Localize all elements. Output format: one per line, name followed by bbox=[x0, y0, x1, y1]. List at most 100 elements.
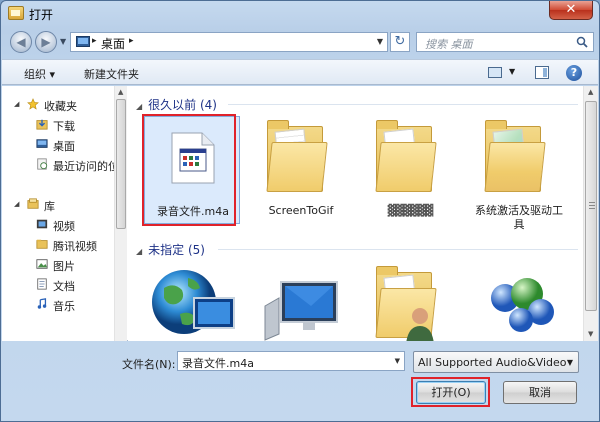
group-title: 未指定 (5) bbox=[148, 243, 205, 257]
new-folder-button[interactable]: 新建文件夹 bbox=[84, 66, 139, 82]
breadcrumb-separator[interactable]: ▸ bbox=[129, 36, 134, 46]
command-bar: 组织 ▾ 新建文件夹 ▼ ? bbox=[2, 59, 598, 85]
file-type-value: All Supported Audio&Video bbox=[418, 356, 567, 369]
file-item-user[interactable] bbox=[362, 262, 458, 341]
nav-scroll-thumb[interactable] bbox=[116, 99, 126, 229]
nav-scrollbar[interactable]: ▲ bbox=[114, 86, 127, 341]
nav-item-pictures[interactable]: 图片 bbox=[2, 256, 114, 274]
network-spheres-icon bbox=[491, 278, 554, 332]
window-title: 打开 bbox=[29, 8, 54, 22]
cancel-button[interactable]: 取消 bbox=[503, 381, 577, 404]
filename-label: 文件名(N): bbox=[122, 358, 176, 371]
recent-pages-dropdown-icon[interactable]: ▼ bbox=[60, 37, 66, 46]
file-scrollbar[interactable]: ▲ ▼ bbox=[583, 86, 598, 341]
user-icon bbox=[406, 308, 434, 341]
highlight-box bbox=[142, 114, 236, 226]
expand-arrow-icon[interactable]: ◢ bbox=[14, 200, 19, 208]
nav-item-libraries[interactable]: ◢ 库 bbox=[2, 196, 114, 214]
view-dropdown-icon[interactable]: ▼ bbox=[509, 67, 515, 76]
desktop-icon bbox=[36, 139, 48, 148]
star-icon bbox=[27, 98, 39, 110]
nav-item-downloads[interactable]: 下载 bbox=[2, 116, 114, 134]
breadcrumb-separator[interactable]: ▸ bbox=[92, 36, 97, 46]
chevron-down-icon[interactable]: ▼ bbox=[567, 358, 573, 367]
recent-places-icon bbox=[37, 158, 48, 170]
search-input[interactable]: 搜索 桌面 bbox=[416, 32, 594, 52]
close-button[interactable]: ✕ bbox=[549, 1, 593, 20]
folder-icon bbox=[36, 239, 48, 249]
nav-item-music[interactable]: 音乐 bbox=[2, 296, 114, 314]
nav-item-desktop[interactable]: 桌面 bbox=[2, 136, 114, 154]
nav-label: 图片 bbox=[53, 260, 75, 273]
highlight-box bbox=[411, 377, 490, 407]
nav-label: 桌面 bbox=[53, 140, 75, 153]
filename-field[interactable]: 录音文件.m4a ▼ bbox=[177, 351, 405, 371]
group-title: 很久以前 (4) bbox=[148, 98, 217, 112]
collapse-arrow-icon[interactable]: ◢ bbox=[136, 247, 142, 256]
search-placeholder: 搜索 桌面 bbox=[425, 38, 473, 51]
download-folder-icon bbox=[36, 119, 48, 130]
folder-icon bbox=[484, 120, 546, 192]
address-bar[interactable]: ▸ 桌面 ▸ ▼ bbox=[70, 32, 388, 52]
address-dropdown-icon[interactable]: ▼ bbox=[377, 37, 383, 46]
file-name: ▓▓▓▓▓▓ bbox=[387, 204, 434, 217]
folder-icon bbox=[266, 120, 328, 192]
file-list: ◢ 很久以前 (4) 录音文件.m4a ScreenToGif ▓▓▓▓▓▓ 系… bbox=[128, 86, 583, 341]
group-divider bbox=[218, 249, 578, 250]
scroll-up-icon[interactable]: ▲ bbox=[588, 88, 593, 96]
library-icon bbox=[27, 198, 39, 209]
nav-item-recent[interactable]: 最近访问的位 bbox=[2, 156, 114, 174]
video-icon bbox=[36, 219, 48, 229]
search-icon[interactable] bbox=[576, 36, 588, 48]
computer-icon bbox=[264, 281, 338, 341]
file-name: ScreenToGif bbox=[268, 204, 334, 217]
expand-arrow-icon[interactable]: ◢ bbox=[14, 100, 19, 108]
nav-label: 库 bbox=[44, 200, 55, 213]
network-globe-icon bbox=[152, 270, 235, 334]
music-icon bbox=[37, 298, 47, 309]
pictures-icon bbox=[36, 259, 48, 269]
nav-label: 收藏夹 bbox=[44, 100, 77, 113]
scroll-down-icon[interactable]: ▼ bbox=[588, 330, 593, 338]
forward-button[interactable]: ▶ bbox=[35, 31, 57, 53]
collapse-arrow-icon[interactable]: ◢ bbox=[136, 102, 142, 111]
group-header[interactable]: ◢ 未指定 (5) bbox=[136, 241, 205, 257]
browser-area: ◢ 收藏夹 下载 桌面 最近访问的位 ◢ 库 视频 腾讯视频 图片 文档 音乐 … bbox=[2, 86, 598, 341]
folder-item-blurred[interactable]: ▓▓▓▓▓▓ bbox=[362, 116, 458, 224]
file-item-network[interactable] bbox=[144, 262, 240, 341]
scroll-up-icon[interactable]: ▲ bbox=[118, 88, 123, 96]
organize-menu[interactable]: 组织 ▾ bbox=[24, 66, 55, 82]
documents-icon bbox=[37, 278, 47, 290]
folder-item-screentogif[interactable]: ScreenToGif bbox=[253, 116, 349, 224]
title-bar: 打开 ✕ bbox=[1, 1, 599, 27]
nav-label: 音乐 bbox=[53, 300, 75, 313]
nav-item-favorites[interactable]: ◢ 收藏夹 bbox=[2, 96, 114, 114]
desktop-icon bbox=[76, 36, 90, 47]
file-type-select[interactable]: All Supported Audio&Video ▼ bbox=[413, 351, 579, 373]
nav-label: 腾讯视频 bbox=[53, 240, 97, 253]
nav-label: 最近访问的位 bbox=[53, 160, 114, 173]
file-item-computer[interactable] bbox=[253, 262, 349, 341]
file-name: 系统激活及驱动工具 bbox=[475, 204, 563, 231]
filename-value[interactable]: 录音文件.m4a bbox=[182, 355, 254, 371]
breadcrumb-location[interactable]: 桌面 bbox=[101, 35, 125, 52]
back-button[interactable]: ◀ bbox=[10, 31, 32, 53]
file-scroll-thumb[interactable] bbox=[585, 101, 597, 311]
preview-pane-icon[interactable] bbox=[535, 66, 549, 79]
folder-item-system-tools[interactable]: 系统激活及驱动工具 bbox=[471, 116, 567, 231]
nav-label: 下载 bbox=[53, 120, 75, 133]
filename-dropdown-icon[interactable]: ▼ bbox=[395, 357, 400, 365]
folder-icon bbox=[375, 120, 437, 192]
help-icon[interactable]: ? bbox=[566, 65, 582, 81]
navigation-pane: ◢ 收藏夹 下载 桌面 最近访问的位 ◢ 库 视频 腾讯视频 图片 文档 音乐 … bbox=[2, 86, 127, 341]
refresh-button[interactable]: ↻ bbox=[390, 32, 410, 52]
nav-item-tencent-video[interactable]: 腾讯视频 bbox=[2, 236, 114, 254]
nav-item-documents[interactable]: 文档 bbox=[2, 276, 114, 294]
nav-label: 视频 bbox=[53, 220, 75, 233]
nav-item-videos[interactable]: 视频 bbox=[2, 216, 114, 234]
nav-label: 文档 bbox=[53, 280, 75, 293]
change-view-icon[interactable] bbox=[488, 67, 502, 78]
group-header[interactable]: ◢ 很久以前 (4) bbox=[136, 96, 217, 112]
open-file-dialog: 打开 ✕ ◀ ▶ ▼ ▸ 桌面 ▸ ▼ ↻ 搜索 桌面 组织 ▾ 新建文件夹 ▼… bbox=[0, 0, 600, 422]
file-item-network-spheres[interactable] bbox=[471, 262, 567, 341]
